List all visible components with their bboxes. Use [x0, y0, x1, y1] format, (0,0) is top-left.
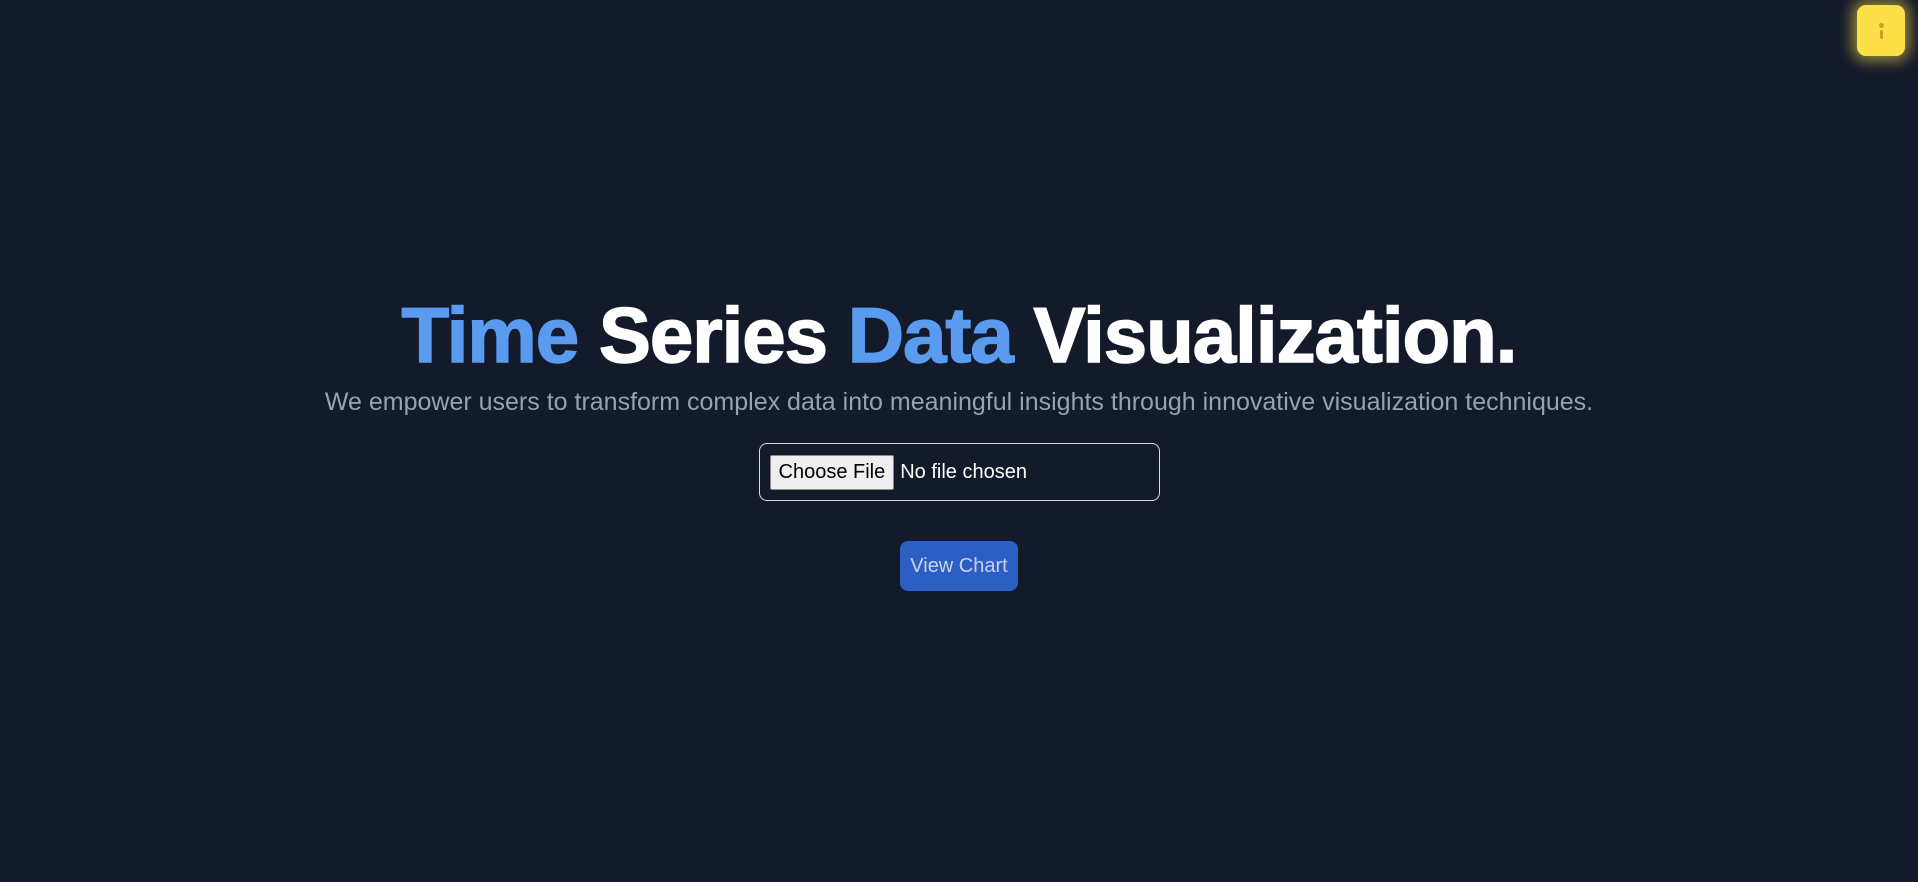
title-word-time: Time: [401, 290, 580, 380]
page-subtitle: We empower users to transform complex da…: [324, 388, 1594, 416]
file-upload-input[interactable]: Choose File No file chosen: [758, 443, 1160, 501]
theme-toggle-button[interactable]: [1857, 5, 1905, 56]
view-chart-button[interactable]: View Chart: [900, 541, 1018, 591]
title-word-data: Data: [847, 290, 1015, 380]
title-word-series: Series: [598, 290, 829, 380]
file-status-text: No file chosen: [900, 460, 1027, 483]
choose-file-button[interactable]: Choose File: [769, 454, 895, 490]
title-word-visualization: Visualization.: [1033, 290, 1519, 380]
page-title: Time Series Data Visualization.: [0, 290, 1918, 380]
hero-section: Time Series Data Visualization. We empow…: [0, 290, 1918, 591]
lightbulb-icon: [1878, 22, 1884, 39]
